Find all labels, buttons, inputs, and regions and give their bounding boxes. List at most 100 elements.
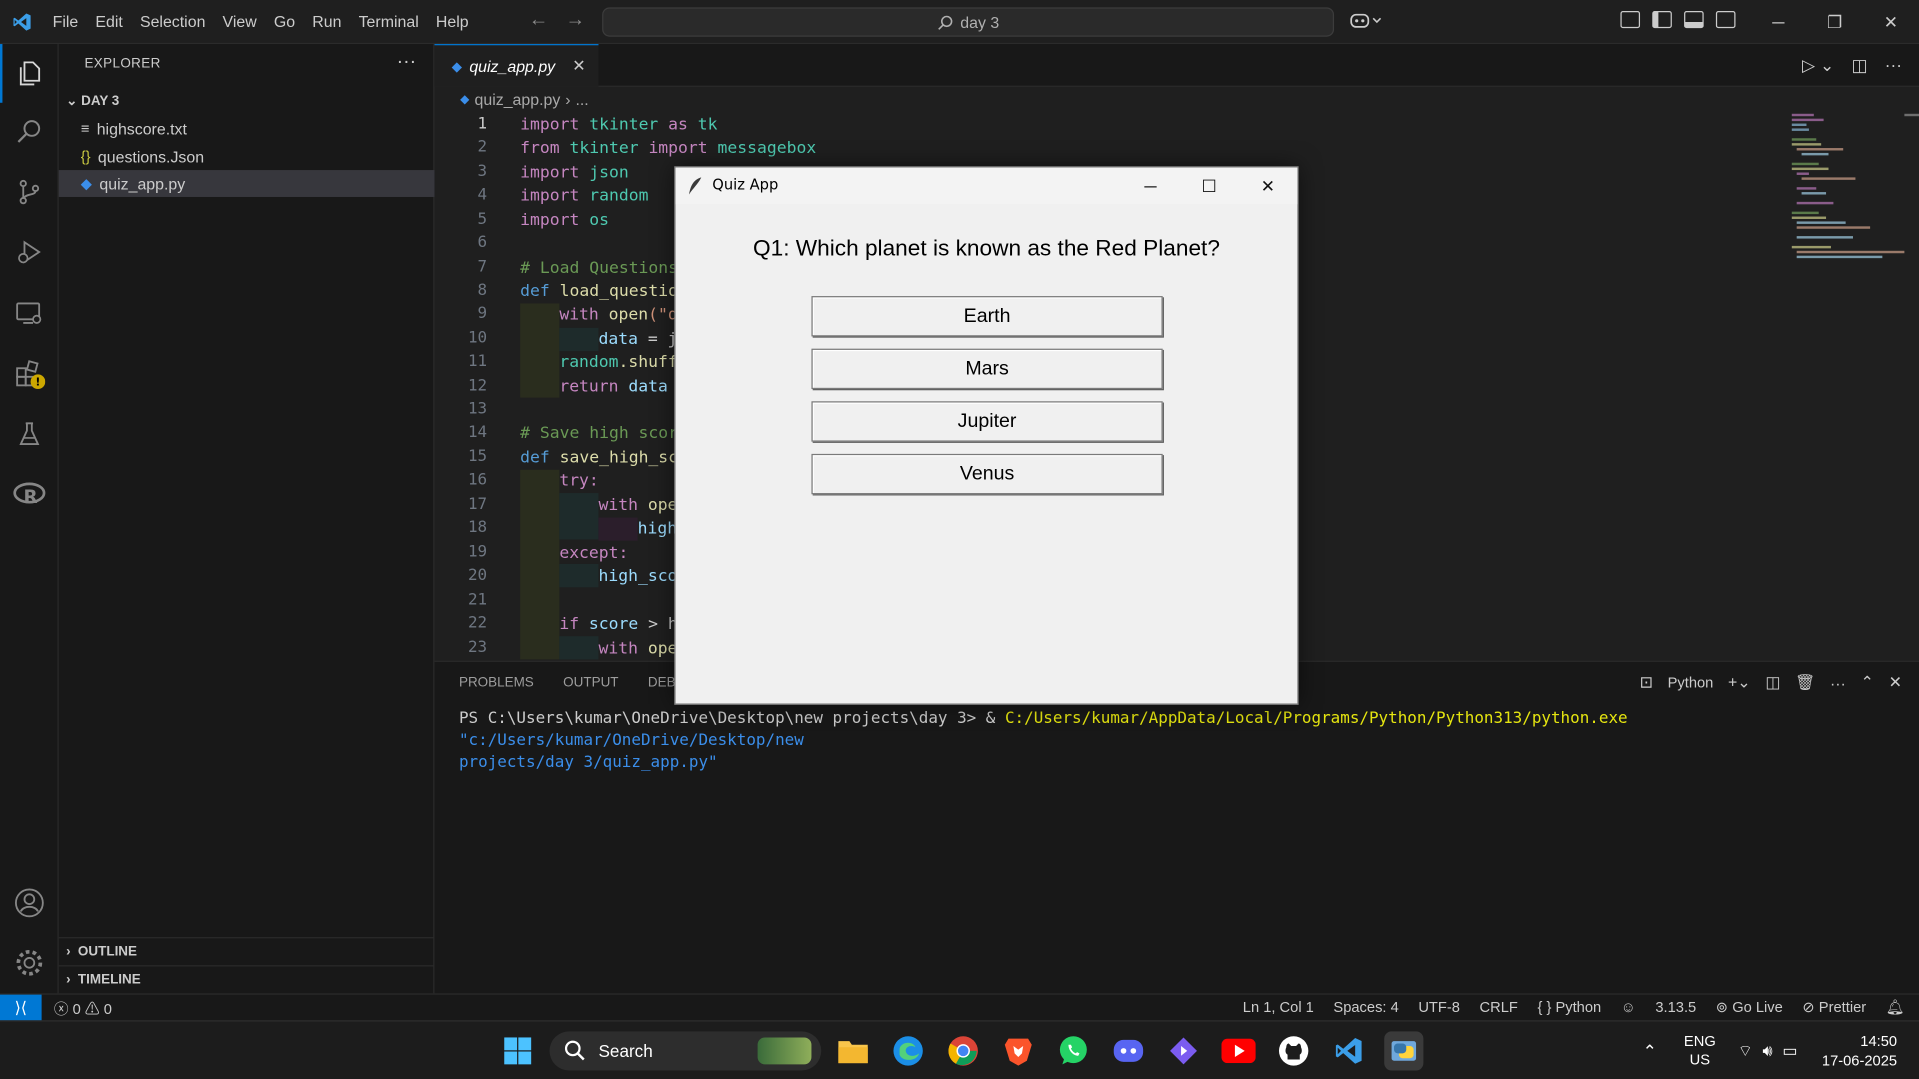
terminal-argument-cont: projects/day 3/quiz_app.py" <box>458 753 718 772</box>
indent-guide <box>559 636 599 660</box>
language-indicator[interactable]: ENG US <box>1684 1033 1716 1070</box>
copilot-status-icon[interactable]: ☺ <box>1621 998 1636 1015</box>
customize-layout-icon[interactable] <box>1620 11 1641 29</box>
youtube-icon[interactable] <box>1219 1031 1258 1070</box>
answer-button-mars[interactable]: Mars <box>811 348 1163 390</box>
line-number: 19 <box>467 543 488 562</box>
indentation[interactable]: Spaces: 4 <box>1333 998 1398 1015</box>
testing-flask-icon[interactable] <box>0 405 59 464</box>
settings-gear-icon[interactable] <box>0 933 59 992</box>
toggle-panel-icon[interactable] <box>1684 11 1704 29</box>
more-actions-icon[interactable]: ··· <box>397 51 417 73</box>
answer-button-jupiter[interactable]: Jupiter <box>811 401 1163 442</box>
explorer-icon[interactable] <box>0 44 59 103</box>
restore-icon[interactable]: ❐ <box>1806 0 1862 44</box>
kill-terminal-icon[interactable]: 🗑 <box>1795 673 1815 693</box>
windows-start-icon[interactable] <box>498 1031 537 1070</box>
run-python-icon[interactable]: ▷ ⌄ <box>1802 55 1834 76</box>
menu-help[interactable]: Help <box>427 0 477 43</box>
breadcrumb-symbol[interactable]: ... <box>575 91 588 109</box>
tab-quiz-app[interactable]: ◆ quiz_app.py ✕ <box>434 44 599 87</box>
whatsapp-icon[interactable] <box>1054 1031 1093 1070</box>
tab-output[interactable]: OUTPUT <box>563 675 618 690</box>
toggle-primary-sidebar-icon[interactable] <box>1652 11 1672 29</box>
breadcrumb-file[interactable]: quiz_app.py <box>475 91 561 109</box>
terminal-shell-icon[interactable]: ⊡ <box>1640 673 1653 693</box>
notifications-bell-icon[interactable]: 🔔︎ <box>1886 998 1905 1015</box>
app-launcher-icon[interactable] <box>1164 1031 1203 1070</box>
vscode-taskbar-icon[interactable] <box>1329 1031 1368 1070</box>
cursor-position[interactable]: Ln 1, Col 1 <box>1243 998 1314 1015</box>
terminal-shell-label[interactable]: Python <box>1668 674 1714 691</box>
menu-file[interactable]: File <box>44 0 87 43</box>
toggle-secondary-sidebar-icon[interactable] <box>1715 11 1736 29</box>
discord-icon[interactable] <box>1109 1031 1148 1070</box>
menu-run[interactable]: Run <box>304 0 350 43</box>
outline-section[interactable]: › OUTLINE <box>58 937 435 964</box>
close-icon[interactable]: ✕ <box>1239 168 1298 205</box>
maximize-icon[interactable]: ☐ <box>1180 168 1239 205</box>
edge-browser-icon[interactable] <box>889 1031 928 1070</box>
end-of-line[interactable]: CRLF <box>1480 998 1518 1015</box>
file-quiz-app[interactable]: ◆ quiz_app.py <box>58 170 435 197</box>
quiz-title-bar[interactable]: Quiz App ─ ☐ ✕ <box>675 167 1298 205</box>
close-tab-icon[interactable]: ✕ <box>572 56 585 76</box>
line-number: 13 <box>467 400 488 419</box>
menu-selection[interactable]: Selection <box>131 0 214 43</box>
split-editor-icon[interactable]: ◫ <box>1851 55 1867 76</box>
minimize-icon[interactable]: ─ <box>1750 0 1806 44</box>
go-live[interactable]: ⊚ Go Live <box>1716 998 1783 1015</box>
python-app-taskbar-icon[interactable] <box>1384 1031 1424 1071</box>
wifi-icon[interactable]: ⌔ <box>1738 1041 1753 1061</box>
encoding[interactable]: UTF-8 <box>1418 998 1460 1015</box>
timeline-section[interactable]: › TIMELINE <box>58 965 435 992</box>
clock[interactable]: 14:50 17-06-2025 <box>1822 1031 1897 1070</box>
python-version[interactable]: 3.13.5 <box>1655 998 1696 1015</box>
accounts-icon[interactable] <box>0 874 59 933</box>
copilot-icon[interactable] <box>1349 10 1386 36</box>
more-actions-icon[interactable]: ··· <box>1885 55 1902 76</box>
show-hidden-icons-icon[interactable]: ⌃ <box>1643 1041 1657 1062</box>
answer-button-venus[interactable]: Venus <box>811 453 1163 495</box>
r-extension-icon[interactable]: R <box>0 465 59 524</box>
more-actions-icon[interactable]: ··· <box>1830 673 1846 691</box>
minimap[interactable] <box>1787 113 1905 652</box>
answer-button-earth[interactable]: Earth <box>811 296 1163 337</box>
remote-explorer-icon[interactable] <box>0 284 59 343</box>
split-terminal-icon[interactable]: ◫ <box>1765 673 1780 693</box>
volume-icon[interactable]: 🔊︎ <box>1763 1041 1773 1061</box>
new-terminal-icon[interactable]: +⌄ <box>1728 673 1751 693</box>
source-control-icon[interactable] <box>0 163 59 222</box>
search-icon[interactable] <box>0 103 59 162</box>
code-line: data = j <box>598 330 678 349</box>
problems-status[interactable]: ⓧ 0 ⚠ 0 <box>54 998 112 1019</box>
github-icon[interactable] <box>1274 1031 1313 1070</box>
folder-header[interactable]: ⌄ DAY 3 <box>66 93 119 109</box>
close-icon[interactable]: ✕ <box>1863 0 1919 44</box>
menu-view[interactable]: View <box>214 0 265 43</box>
back-arrow-icon[interactable]: ← <box>529 10 549 32</box>
code-line: if score > h <box>559 615 678 634</box>
taskbar-search[interactable]: Search <box>549 1031 822 1071</box>
battery-icon[interactable]: ▭ <box>1782 1041 1797 1061</box>
file-highscore[interactable]: ≡ highscore.txt <box>59 115 435 142</box>
menu-terminal[interactable]: Terminal <box>350 0 427 43</box>
command-center-search[interactable]: day 3 <box>602 7 1335 37</box>
menu-edit[interactable]: Edit <box>87 0 132 43</box>
close-panel-icon[interactable]: ✕ <box>1889 673 1902 693</box>
language-mode[interactable]: { } Python <box>1537 998 1601 1015</box>
forward-arrow-icon[interactable]: → <box>565 10 585 32</box>
tab-problems[interactable]: PROBLEMS <box>459 675 534 690</box>
terminal-output[interactable]: PS C:\Users\kumar\OneDrive\Desktop\new p… <box>459 708 1903 774</box>
remote-indicator-icon[interactable]: ⟩⟨ <box>0 994 42 1022</box>
file-questions[interactable]: {} questions.Json <box>59 143 435 170</box>
prettier[interactable]: ⊘ Prettier <box>1802 998 1866 1015</box>
minimize-icon[interactable]: ─ <box>1121 168 1180 205</box>
chrome-browser-icon[interactable] <box>944 1031 983 1070</box>
brave-browser-icon[interactable] <box>999 1031 1038 1070</box>
maximize-panel-icon[interactable]: ⌃ <box>1861 673 1874 693</box>
file-explorer-icon[interactable] <box>833 1031 872 1070</box>
extensions-icon[interactable]: ! <box>0 345 59 404</box>
run-debug-icon[interactable] <box>0 223 59 282</box>
menu-go[interactable]: Go <box>265 0 303 43</box>
